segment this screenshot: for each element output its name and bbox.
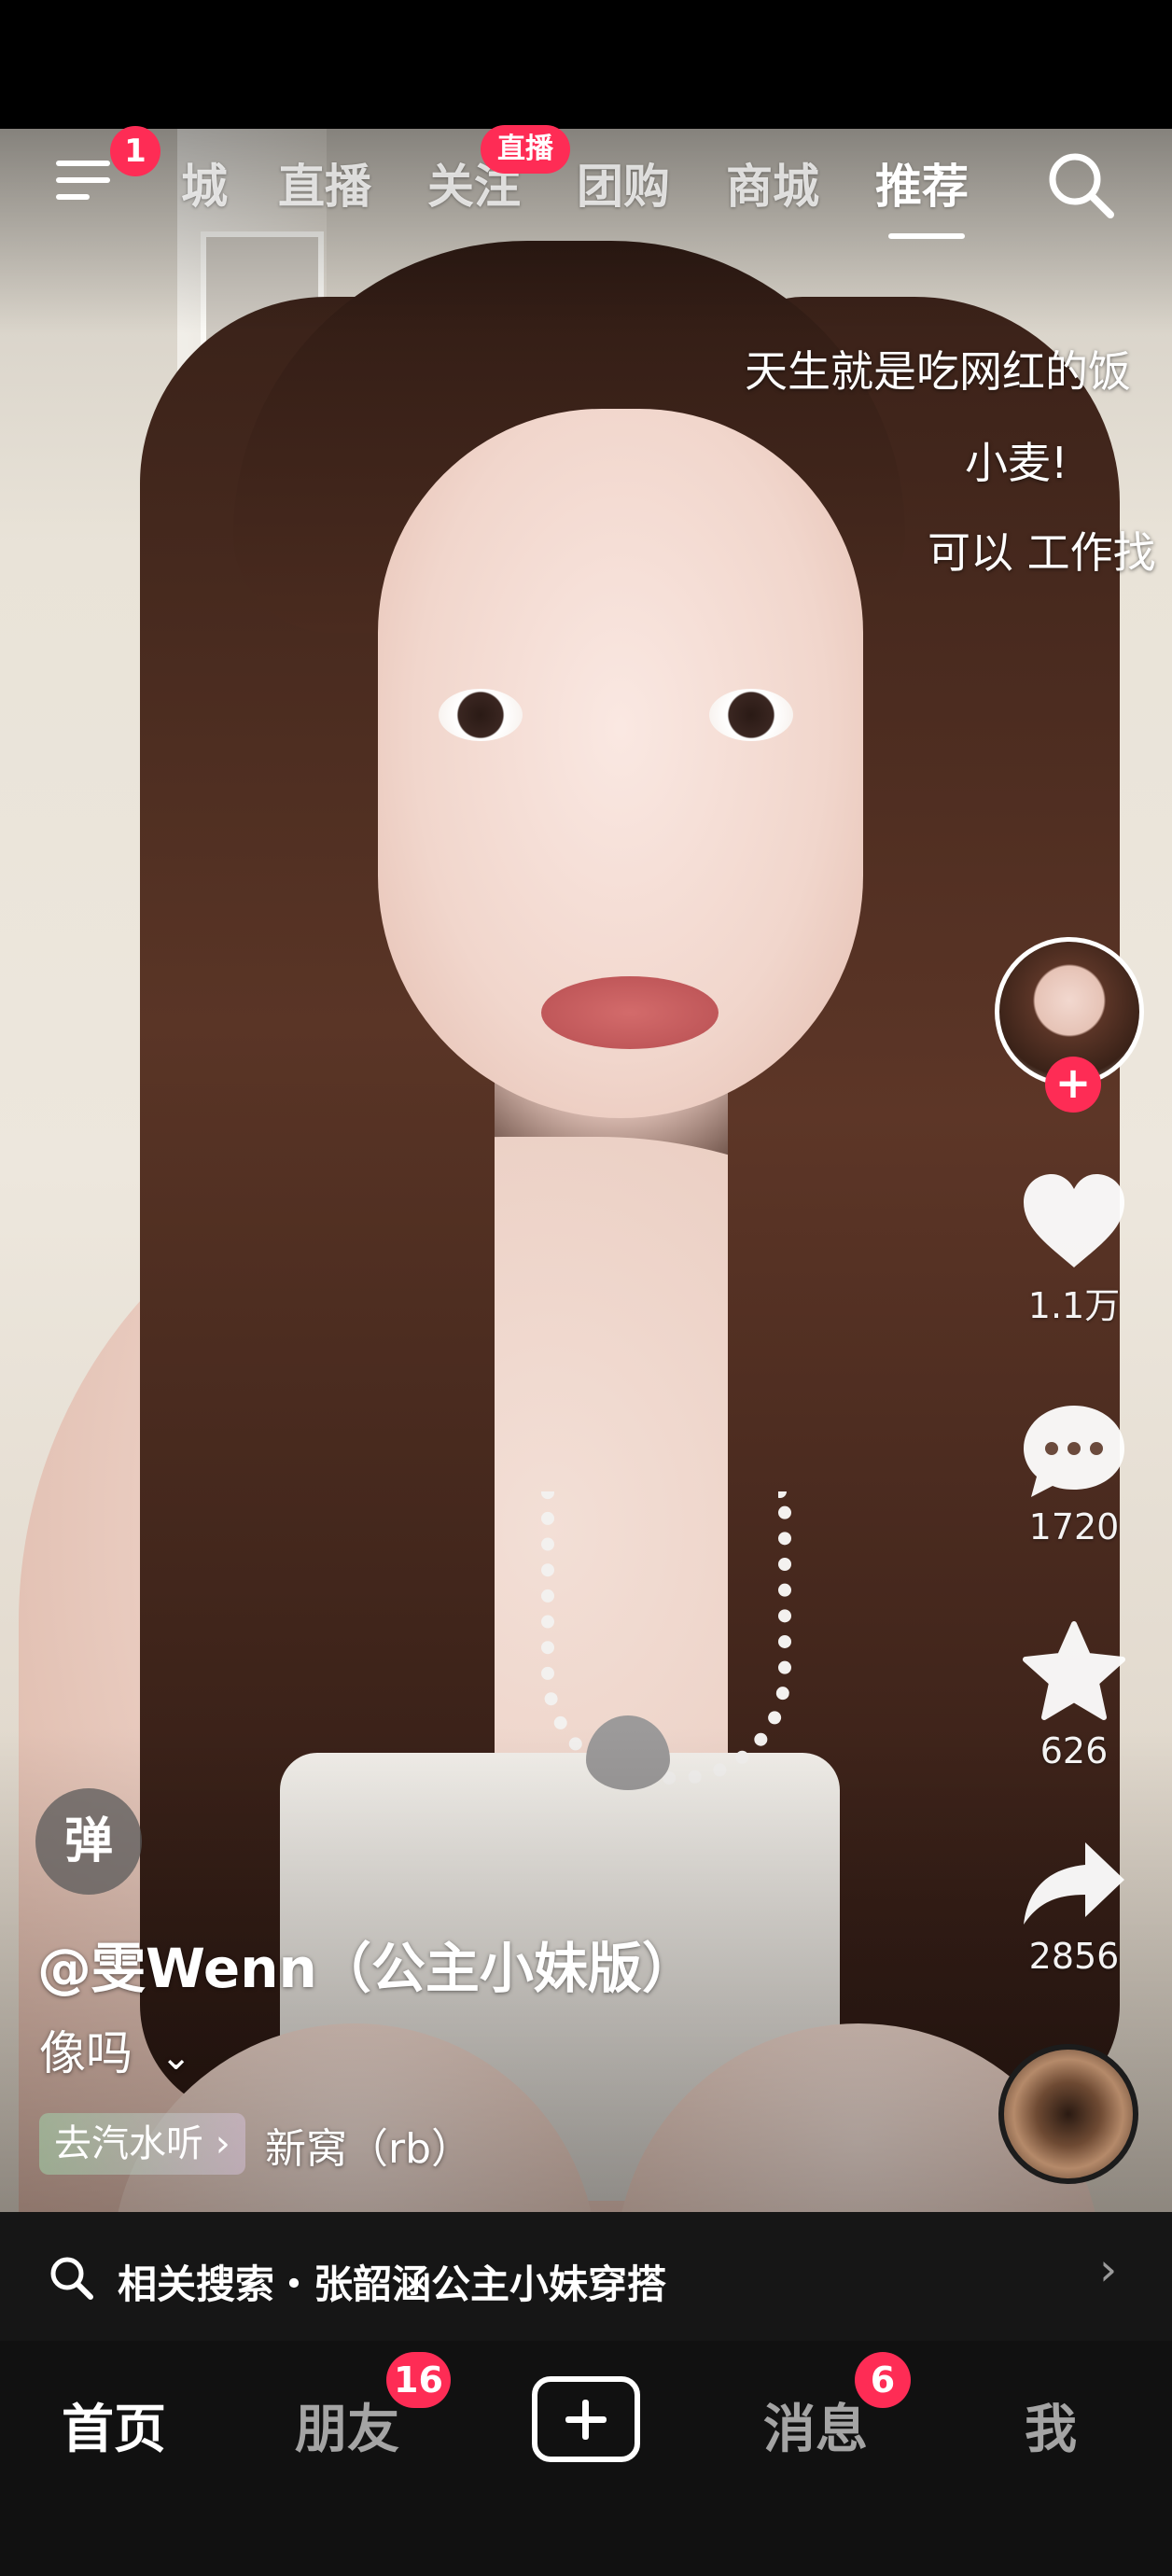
search-icon[interactable] xyxy=(1043,147,1118,222)
search-icon xyxy=(50,2257,93,2300)
music-title[interactable]: 新窝（rb） xyxy=(265,2115,472,2175)
caption-line-2: 小麦! xyxy=(965,438,1068,488)
music-chip-label: 去汽水听 xyxy=(54,2122,203,2165)
video-subject-lips xyxy=(541,976,719,1049)
video-subject-eye xyxy=(709,689,793,741)
caption-line-3: 可以 工作找 xyxy=(928,527,1156,578)
tab-me[interactable]: 我 xyxy=(1025,2387,1077,2463)
heart-icon xyxy=(1024,1174,1124,1267)
menu-icon[interactable] xyxy=(56,157,110,205)
author-name[interactable]: @雯Wenn（公主小妹版） xyxy=(37,1925,696,2003)
friends-badge: 16 xyxy=(386,2352,451,2408)
messages-badge: 6 xyxy=(855,2352,911,2408)
menu-badge: 1 xyxy=(110,126,160,176)
tab-city[interactable]: 城 xyxy=(181,149,228,217)
tab-group-buy[interactable]: 团购 xyxy=(577,149,670,217)
following-live-badge: 直播 xyxy=(481,125,570,174)
music-source-chip[interactable]: 去汽水听 › xyxy=(39,2113,245,2175)
caption-line-1: 天生就是吃网红的饭 xyxy=(745,346,1131,397)
plus-icon[interactable]: + xyxy=(1045,1057,1101,1113)
status-bar xyxy=(0,0,1172,129)
video-subject-eye xyxy=(439,689,523,741)
video-description-text: 像吗 xyxy=(39,2026,133,2080)
tab-recommend[interactable]: 推荐 xyxy=(875,149,969,217)
tab-live[interactable]: 直播 xyxy=(278,149,371,217)
video-description[interactable]: 像吗 ⌄ xyxy=(39,2016,191,2083)
danmu-toggle-button[interactable]: 弹 xyxy=(35,1788,142,1895)
tab-home[interactable]: 首页 xyxy=(62,2387,166,2463)
comment-button[interactable]: 1720 xyxy=(1013,1400,1135,1547)
like-count: 1.1万 xyxy=(1027,1285,1121,1326)
chevron-down-icon: ⌄ xyxy=(160,2035,192,2079)
comment-icon xyxy=(1024,1406,1124,1497)
star-icon xyxy=(1023,1621,1125,1720)
favorite-button[interactable]: 626 xyxy=(1013,1620,1135,1771)
share-count: 2856 xyxy=(1028,1936,1120,1977)
tab-friends[interactable]: 朋友 xyxy=(295,2387,399,2463)
music-disc-icon[interactable] xyxy=(998,2044,1138,2184)
share-button[interactable]: 2856 xyxy=(1013,1837,1135,1977)
favorite-count: 626 xyxy=(1039,1730,1109,1771)
chevron-right-icon[interactable]: › xyxy=(1099,2244,1117,2296)
like-button[interactable]: 1.1万 xyxy=(1013,1170,1135,1328)
comment-count: 1720 xyxy=(1028,1506,1120,1547)
create-plus-icon[interactable] xyxy=(532,2376,640,2462)
tab-mall[interactable]: 商城 xyxy=(726,149,819,217)
chevron-right-icon: › xyxy=(215,2122,230,2165)
tab-messages[interactable]: 消息 xyxy=(763,2387,868,2463)
share-icon xyxy=(1024,1842,1124,1925)
active-tab-indicator xyxy=(888,233,965,239)
related-search-text[interactable]: 相关搜索・张韶涵公主小妹穿搭 xyxy=(118,2253,666,2310)
